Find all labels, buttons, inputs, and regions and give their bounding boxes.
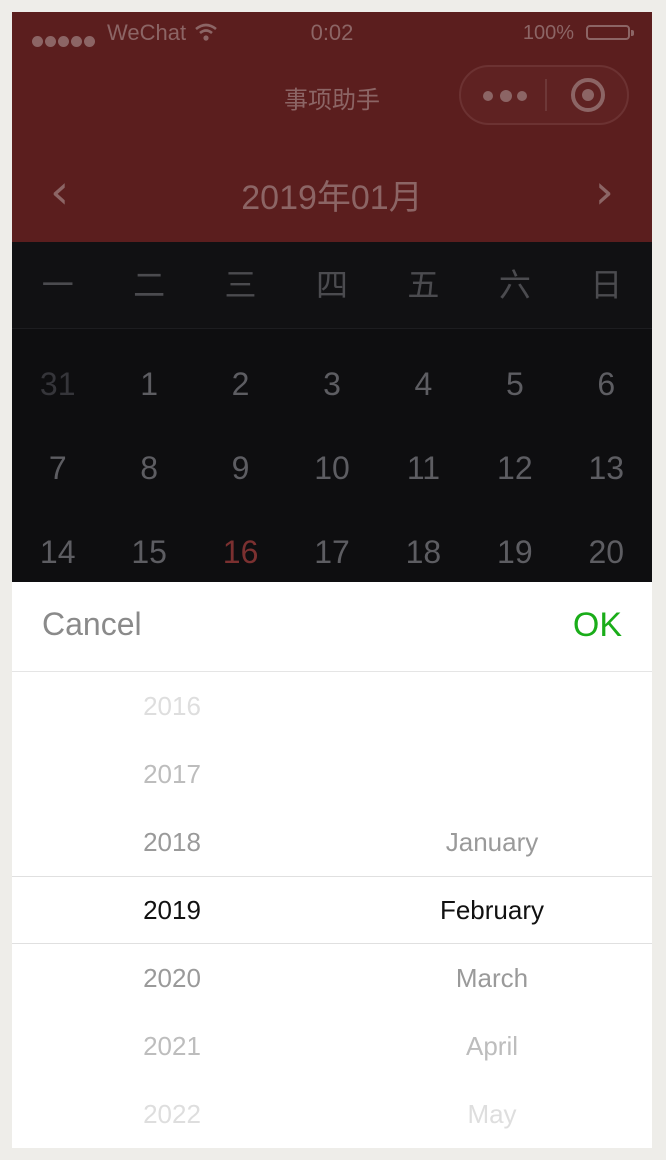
phone-screen: WeChat 0:02 100% 事项助手 ‹ 2019年01月 › 一 二 三… xyxy=(12,12,652,1148)
selected-year-option[interactable]: 2019 xyxy=(12,876,332,944)
chevron-right-icon[interactable]: › xyxy=(595,168,614,216)
weekday-label: 六 xyxy=(498,266,531,304)
year-option[interactable]: 2022 xyxy=(12,1080,332,1148)
weekday-label: 日 xyxy=(590,266,623,304)
cancel-button[interactable]: Cancel xyxy=(42,606,142,643)
day-cell[interactable]: 31 xyxy=(12,342,103,426)
weekday-label: 二 xyxy=(133,266,166,304)
month-header: ‹ 2019年01月 › xyxy=(12,162,652,242)
day-cell[interactable]: 3 xyxy=(286,342,377,426)
ok-button[interactable]: OK xyxy=(573,606,622,645)
day-cell[interactable]: 1 xyxy=(103,342,194,426)
weekday-label: 五 xyxy=(407,266,440,304)
day-cell[interactable]: 11 xyxy=(378,426,469,510)
month-option[interactable]: May xyxy=(332,1080,652,1148)
year-option[interactable]: 2020 xyxy=(12,944,332,1012)
day-grid: 31 1 2 3 4 5 6 7 8 9 10 11 12 13 14 15 1… xyxy=(12,342,652,594)
selected-month-option[interactable]: February xyxy=(332,876,652,944)
day-cell[interactable]: 5 xyxy=(469,342,560,426)
battery-icon xyxy=(586,25,634,40)
weekday-row: 一 二 三 四 五 六 日 xyxy=(12,242,652,329)
day-cell[interactable]: 6 xyxy=(561,342,652,426)
day-cell[interactable]: 8 xyxy=(103,426,194,510)
month-label: 2019年01月 xyxy=(241,179,423,217)
month-option[interactable]: March xyxy=(332,944,652,1012)
day-cell[interactable]: 4 xyxy=(378,342,469,426)
day-cell[interactable]: 10 xyxy=(286,426,377,510)
mini-program-capsule xyxy=(459,65,629,125)
year-option[interactable]: 2021 xyxy=(12,1012,332,1080)
month-wheel[interactable]: January February March April May xyxy=(332,672,652,1148)
more-dots-icon[interactable] xyxy=(481,67,541,123)
date-picker-sheet: Cancel OK 2016 2017 2018 2019 2020 2021 2022 J… xyxy=(12,582,652,1148)
day-cell[interactable]: 2 xyxy=(195,342,286,426)
day-cell[interactable]: 12 xyxy=(469,426,560,510)
weekday-label: 三 xyxy=(224,266,257,304)
year-wheel[interactable]: 2016 2017 2018 2019 2020 2021 2022 xyxy=(12,672,332,1148)
capsule-divider xyxy=(545,79,547,111)
status-bar: WeChat 0:02 100% xyxy=(12,12,652,52)
picker-header: Cancel OK xyxy=(12,582,652,672)
battery-percent: 100% xyxy=(522,22,574,44)
target-icon[interactable] xyxy=(571,78,605,112)
day-cell[interactable]: 7 xyxy=(12,426,103,510)
year-option[interactable]: 2016 xyxy=(12,672,332,740)
day-cell[interactable]: 9 xyxy=(195,426,286,510)
month-option[interactable]: January xyxy=(332,808,652,876)
day-cell[interactable]: 13 xyxy=(561,426,652,510)
weekday-label: 四 xyxy=(315,266,348,304)
month-option[interactable]: April xyxy=(332,1012,652,1080)
year-option[interactable]: 2017 xyxy=(12,740,332,808)
selected-day-label: 16 xyxy=(222,534,259,570)
nav-bar: 事项助手 xyxy=(12,52,652,162)
weekday-label: 一 xyxy=(41,266,74,304)
year-option[interactable]: 2018 xyxy=(12,808,332,876)
